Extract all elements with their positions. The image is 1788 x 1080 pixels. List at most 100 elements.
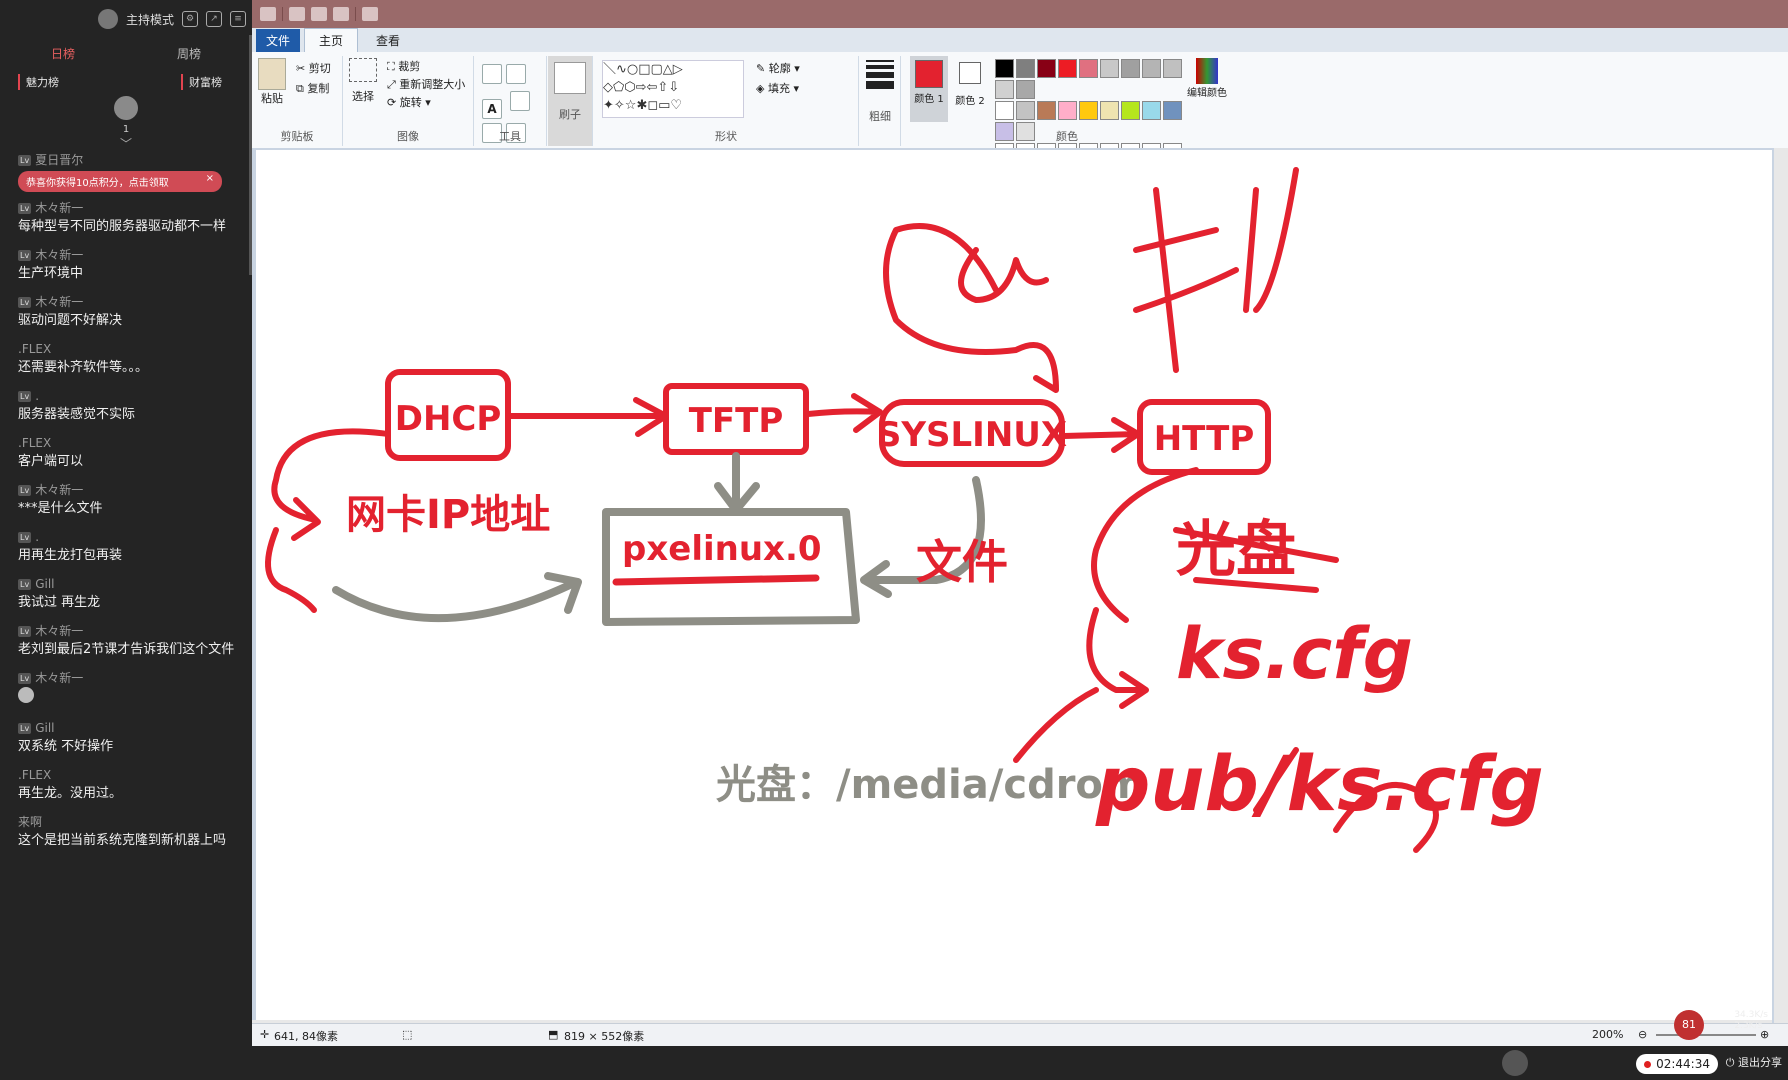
palette-swatch[interactable] [1121,101,1140,120]
tab-weekly[interactable]: 周榜 [126,45,252,62]
color2-button[interactable]: 颜色 2 [954,56,986,107]
cpu-badge: 81 [1674,1010,1704,1040]
customize-icon[interactable] [362,7,378,21]
palette-swatch[interactable] [1016,80,1035,99]
palette-swatch[interactable] [1121,59,1140,78]
nic-ip-label: 网卡IP地址 [346,492,550,538]
copy-button[interactable]: ⧉ 复制 [296,80,329,96]
resize-button[interactable]: ⤢ 重新调整大小 [387,76,465,92]
message-user[interactable]: Lv 木々新一 [18,294,252,311]
eraser-icon[interactable] [509,91,530,111]
reward-banner[interactable]: 恭喜你获得10点积分，点击领取 × [18,171,222,192]
level-badge: Lv [18,532,32,543]
palette-swatch[interactable] [1100,101,1119,120]
message-user[interactable]: .FLEX [18,341,252,358]
crop-button[interactable]: ⛶ 裁剪 [387,58,420,74]
text-icon[interactable]: A [482,99,502,119]
select-button[interactable]: 选择 [349,58,377,104]
shapes-group: ＼∿○□▢△▷ ◇⬠⬡⇨⇦⇧⇩ ✦✧☆✱◻▭♡ ✎ 轮廓 ▾ ◈ 填充 ▾ 形状 [594,56,859,146]
palette-swatch[interactable] [1079,59,1098,78]
palette-swatch[interactable] [1058,59,1077,78]
message-user[interactable]: Lv 木々新一 [18,623,252,640]
message-text: 再生龙。没用过。 [18,786,123,801]
charm-rank[interactable]: 魅力榜 [18,74,59,90]
popout-icon[interactable]: ↗ [206,11,222,27]
username: Gill [35,577,55,591]
palette-swatch[interactable] [1037,101,1056,120]
message-user[interactable]: Lv Gill [18,576,252,593]
chat-message: 来啊 这个是把当前系统克隆到新机器上吗 [18,814,252,850]
message-user[interactable]: Lv 木々新一 [18,482,252,499]
rotate-button[interactable]: ⟳ 旋转 ▾ [387,94,431,110]
palette-swatch[interactable] [1016,59,1035,78]
ribbon-tabs: 文件 主页 查看 [252,28,1788,52]
palette-swatch[interactable] [1100,59,1119,78]
ribbon: 粘贴 ✂ 剪切 ⧉ 复制 剪贴板 选择 ⛶ 裁剪 ⤢ 重新调整大小 ⟳ 旋转 ▾… [252,52,1788,183]
message-user[interactable]: Lv. [18,388,252,405]
brushes-button[interactable]: 刷子 [548,56,593,146]
message-user[interactable]: Lv Gill [18,720,252,737]
fill-button[interactable]: ◈ 填充 ▾ [756,80,799,96]
message-user[interactable]: .FLEX [18,435,252,452]
close-icon[interactable]: × [206,173,214,184]
fill-icon[interactable] [506,64,526,84]
drawing-svg: DHCP TFTP SYSLINUX HTTP 网卡IP地址 pxelinux.… [265,167,1544,853]
drawing-canvas[interactable]: DHCP TFTP SYSLINUX HTTP 网卡IP地址 pxelinux.… [256,150,1772,1020]
undo-icon[interactable] [311,7,327,21]
message-user[interactable]: 来啊 [18,814,252,831]
palette-swatch[interactable] [1037,59,1056,78]
palette-swatch[interactable] [1163,59,1182,78]
chevron-down-icon[interactable]: ﹀ [0,135,252,152]
handwritten-pub-ks-cfg: pub/ks.cfg [1095,739,1544,828]
palette-swatch[interactable] [1016,101,1035,120]
username: .FLEX [18,342,52,356]
message-user[interactable]: .FLEX [18,767,252,784]
menu-icon[interactable]: ≡ [230,11,246,27]
palette-swatch[interactable] [1079,101,1098,120]
tab-view[interactable]: 查看 [362,29,414,52]
save-icon[interactable] [289,7,305,21]
tools-group: A 工具 [474,56,547,146]
palette-swatch[interactable] [1058,101,1077,120]
color1-button[interactable]: 颜色 1 [910,56,948,122]
paste-button[interactable]: 粘贴 [258,58,286,106]
tftp-to-pxe-arrow [714,452,760,514]
brush-icon [554,62,586,94]
message-user[interactable]: Lv 木々新一 [18,200,252,217]
palette-swatch[interactable] [995,101,1014,120]
settings-icon[interactable]: ⚙ [182,11,198,27]
message-user[interactable]: Lv. [18,529,252,546]
shape-gallery[interactable]: ＼∿○□▢△▷ ◇⬠⬡⇨⇦⇧⇩ ✦✧☆✱◻▭♡ [602,60,744,118]
edit-colors-button[interactable]: 编辑颜色 [1182,58,1232,99]
rank-type-row: 魅力榜 财富榜 [0,68,252,90]
colors-group: 颜色 1 颜色 2 编辑颜色 颜色 [902,56,1232,183]
outline-button[interactable]: ✎ 轮廓 ▾ [756,60,800,76]
palette-swatch[interactable] [995,59,1014,78]
wealth-rank[interactable]: 财富榜 [181,74,222,90]
exit-share-button[interactable]: ⏻ 退出分享 [1726,1054,1782,1070]
pub-stroke [1013,687,1099,763]
palette-swatch[interactable] [1142,101,1161,120]
pencil-icon[interactable] [482,64,502,84]
handwritten-at-inner [958,247,1049,303]
zoom-slider[interactable] [1656,1034,1756,1036]
redo-icon[interactable] [333,7,349,21]
level-badge: Lv [18,485,32,496]
message-user[interactable]: Lv 木々新一 [18,670,252,687]
palette-swatch[interactable] [1142,59,1161,78]
pxelinux-label: pxelinux.0 [622,529,822,569]
chat-message: Lv 木々新一 每种型号不同的服务器驱动都不一样 [18,200,252,236]
tab-home[interactable]: 主页 [304,28,359,52]
vertical-scrollbar[interactable] [1774,148,1788,1038]
message-user[interactable]: Lv 木々新一 [18,247,252,264]
palette-swatch[interactable] [1163,101,1182,120]
file-menu[interactable]: 文件 [256,29,301,52]
cut-button[interactable]: ✂ 剪切 [296,60,331,76]
chat-message: .FLEX 客户端可以 [18,435,252,471]
tftp-label: TFTP [689,401,784,441]
tab-daily[interactable]: 日榜 [0,45,126,62]
username: 木々新一 [35,671,84,685]
size-button[interactable]: 粗细 [860,56,901,146]
palette-swatch[interactable] [995,80,1014,99]
zoom-out-icon[interactable]: ⊖ [1638,1028,1647,1041]
